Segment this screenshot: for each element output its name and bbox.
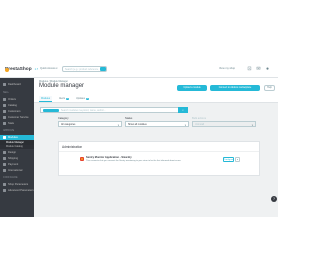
sidebar-item-label: Modules xyxy=(8,136,18,139)
globe-icon xyxy=(3,169,6,172)
sidebar-item-stats[interactable]: Stats xyxy=(0,121,34,126)
prestashop-logo[interactable]: PrestaShop 1.7 xyxy=(3,65,39,74)
orders-icon xyxy=(3,98,6,101)
module-name[interactable]: Sentry Monitor Application - Sixardry xyxy=(80,156,132,159)
user-icon[interactable]: ● xyxy=(265,66,270,72)
cart-icon[interactable]: ⊡ xyxy=(247,66,252,72)
tab-badge: 1 xyxy=(66,98,70,100)
dashboard-icon xyxy=(3,83,6,86)
sidebar-section-improve: IMPROVE xyxy=(3,130,15,132)
sidebar: Dashboard SELL Orders Catalog Customers … xyxy=(0,78,34,217)
sidebar-item-label: Orders xyxy=(8,98,16,101)
sidebar-item-label: Payment xyxy=(8,163,19,166)
page-toolbar: Modules / Module Manager Module manager … xyxy=(34,78,278,103)
design-icon xyxy=(3,151,6,154)
category-select[interactable]: All categories ▾ xyxy=(58,121,122,127)
tab-alerts[interactable]: Alerts 1 xyxy=(57,96,71,102)
admin-page: PrestaShop 1.7 Quick Access ▾ View my sh… xyxy=(0,61,278,217)
status-label: Status xyxy=(125,117,133,120)
sidebar-item-advanced-parameters[interactable]: Advanced Parameters xyxy=(0,188,34,193)
category-label: Category xyxy=(58,117,69,120)
sidebar-section-configure: CONFIGURE xyxy=(3,177,18,179)
sidebar-item-payment[interactable]: Payment xyxy=(0,162,34,167)
chevron-down-icon: ▾ xyxy=(184,123,186,127)
sidebar-section-sell: SELL xyxy=(3,92,10,94)
top-header: PrestaShop 1.7 Quick Access ▾ View my sh… xyxy=(0,61,278,78)
sidebar-item-label: Shipping xyxy=(8,157,19,160)
panel-divider xyxy=(59,151,259,152)
chevron-down-icon: ▾ xyxy=(251,123,253,127)
status-select[interactable]: Show all modules ▾ xyxy=(125,121,189,127)
bulk-actions-select[interactable]: Uninstall ▾ xyxy=(192,121,256,127)
sidebar-item-label: International xyxy=(8,169,23,172)
module-category-title: Administration xyxy=(62,145,83,149)
sidebar-item-design[interactable]: Design xyxy=(0,150,34,155)
tab-badge: 1 xyxy=(85,98,90,100)
view-my-shop-link[interactable]: View my shop xyxy=(219,67,235,70)
sidebar-item-customers[interactable]: Customers xyxy=(0,109,34,114)
help-button[interactable]: Help xyxy=(264,85,275,91)
header-search-input[interactable] xyxy=(63,67,99,71)
status-value: Show all modules xyxy=(128,122,147,126)
chevron-down-icon: ▾ xyxy=(117,123,119,127)
sidebar-item-orders[interactable]: Orders xyxy=(0,97,34,102)
sidebar-item-shop-parameters[interactable]: Shop Parameters xyxy=(0,182,34,187)
sidebar-item-international[interactable]: International xyxy=(0,168,34,173)
sidebar-subitem-module-catalog[interactable]: Module Catalog xyxy=(0,144,34,149)
sidebar-item-label: Customer Service xyxy=(8,116,29,119)
settings-icon xyxy=(3,183,6,186)
tab-label: Modules xyxy=(41,97,51,100)
connect-addons-button[interactable]: Connect to Addons marketplace xyxy=(210,85,260,91)
catalog-icon xyxy=(3,104,6,107)
gear-icon xyxy=(3,189,6,192)
logo-text: PrestaShop xyxy=(5,67,32,72)
search-icon[interactable] xyxy=(100,67,106,71)
sidebar-item-label: Catalog xyxy=(8,104,17,107)
tab-updates[interactable]: Updates 1 xyxy=(74,96,91,102)
sidebar-item-label: Dashboard xyxy=(8,83,21,86)
bulk-actions-label: Bulk actions xyxy=(192,117,206,120)
sidebar-item-dashboard[interactable]: Dashboard xyxy=(0,82,34,87)
stats-icon xyxy=(3,122,6,125)
module-search xyxy=(40,107,188,113)
sidebar-item-customer-service[interactable]: Customer Service xyxy=(0,115,34,120)
sidebar-item-catalog[interactable]: Catalog xyxy=(0,103,34,108)
configure-button[interactable]: Configure xyxy=(223,157,234,162)
sidebar-item-label: Customers xyxy=(8,110,21,113)
sidebar-item-label: Design xyxy=(8,151,17,154)
sidebar-item-label: Shop Parameters xyxy=(8,183,29,186)
modules-icon xyxy=(3,136,6,139)
header-search xyxy=(62,66,107,72)
tab-modules[interactable]: Modules xyxy=(39,96,53,102)
bulk-actions-value: Uninstall xyxy=(195,122,205,126)
tab-label: Updates xyxy=(76,97,85,100)
page-title: Module manager xyxy=(39,83,85,89)
logo-version: 1.7 xyxy=(34,68,39,71)
module-search-input[interactable] xyxy=(41,108,181,112)
upload-module-button[interactable]: Upload a module xyxy=(177,85,207,91)
sidebar-item-label: Stats xyxy=(8,122,14,125)
payment-icon xyxy=(3,163,6,166)
category-value: All categories xyxy=(61,122,76,126)
customers-icon xyxy=(3,110,6,113)
help-icon[interactable]: ? xyxy=(271,196,277,202)
customer-service-icon xyxy=(3,116,6,119)
search-icon[interactable]: ⌕ xyxy=(178,107,188,113)
quick-access-menu[interactable]: Quick Access ▾ xyxy=(40,67,58,70)
tab-label: Alerts xyxy=(59,97,66,100)
sidebar-item-label: Advanced Parameters xyxy=(8,189,34,192)
mail-icon[interactable]: ✉ xyxy=(256,66,261,72)
chevron-down-icon[interactable]: ▾ xyxy=(235,157,240,162)
module-description: This connector lets you connect the Sent… xyxy=(86,160,181,162)
sidebar-item-shipping[interactable]: Shipping xyxy=(0,156,34,161)
shipping-icon xyxy=(3,157,6,160)
